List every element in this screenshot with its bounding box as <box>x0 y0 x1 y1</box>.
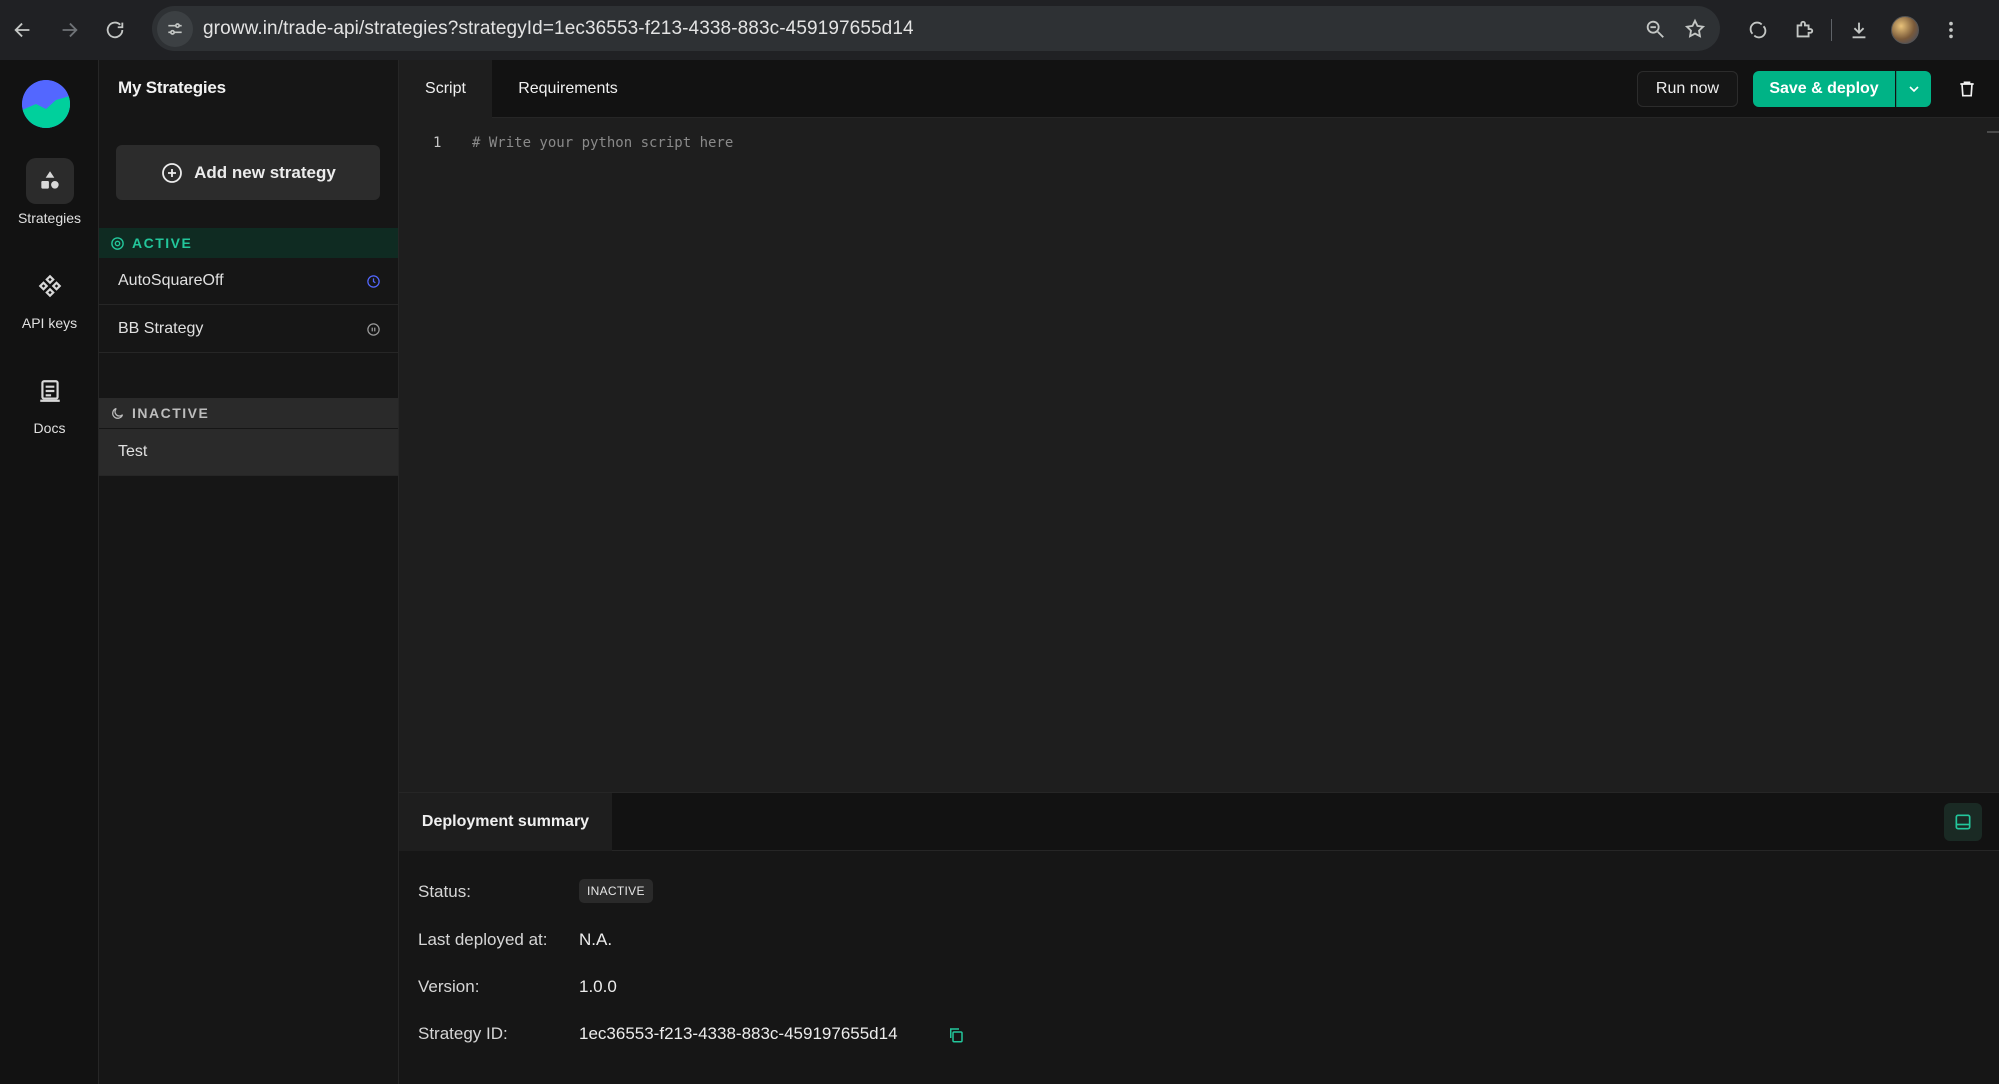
zoom-icon[interactable] <box>1644 18 1666 40</box>
deploy-options-button[interactable] <box>1896 71 1931 107</box>
strategy-name: BB Strategy <box>118 320 204 337</box>
browser-toolbar: groww.in/trade-api/strategies?strategyId… <box>0 0 1999 60</box>
inactive-group-header: INACTIVE <box>99 398 398 428</box>
rail-item-strategies[interactable]: Strategies <box>0 158 99 226</box>
chevron-down-icon <box>1909 86 1919 93</box>
address-bar[interactable]: groww.in/trade-api/strategies?strategyId… <box>152 6 1720 51</box>
url-text[interactable]: groww.in/trade-api/strategies?strategyId… <box>203 18 914 40</box>
toolbar-divider <box>1831 19 1832 41</box>
downloads-button[interactable] <box>1836 0 1882 60</box>
arrow-right-icon <box>62 22 78 38</box>
rail-label: Docs <box>33 420 66 436</box>
app-root: Strategies API keys Docs My Strategies A… <box>0 60 1999 1084</box>
rail-item-api-keys[interactable]: API keys <box>0 263 99 331</box>
forward-button[interactable] <box>46 0 92 60</box>
nav-rail: Strategies API keys Docs <box>0 60 99 1084</box>
rail-label: Strategies <box>17 210 82 226</box>
puzzle-icon <box>1796 20 1814 38</box>
trash-icon <box>1960 81 1974 97</box>
strategy-id-label: Strategy ID: <box>418 1024 508 1043</box>
extension-button[interactable] <box>1735 0 1781 60</box>
bookmark-star-icon[interactable] <box>1684 18 1706 40</box>
summary-tab-bar: Deployment summary <box>399 793 1999 851</box>
strategy-item-autosquareoff[interactable]: AutoSquareOff <box>99 258 398 305</box>
tab-script[interactable]: Script <box>399 60 492 118</box>
target-icon <box>111 236 124 250</box>
editor-scroll-marker <box>1987 131 1999 133</box>
tab-deployment-summary[interactable]: Deployment summary <box>399 793 612 851</box>
strategies-sidebar: My Strategies Add new strategy ACTIVE Au… <box>99 60 399 1084</box>
status-badge: INACTIVE <box>579 879 653 903</box>
rail-label: API keys <box>21 315 78 331</box>
browser-menu-button[interactable] <box>1928 0 1974 60</box>
panel-bottom-icon <box>1955 814 1971 830</box>
document-icon <box>39 380 60 402</box>
last-deployed-value: N.A. <box>579 930 613 949</box>
rail-icon-wrap <box>25 158 74 204</box>
status-label: Status: <box>418 882 471 901</box>
strategy-item-test[interactable]: Test <box>99 429 398 476</box>
extensions-button[interactable] <box>1781 0 1827 60</box>
clock-icon <box>367 274 380 288</box>
line-number: 1 <box>433 135 442 151</box>
shapes-icon <box>40 171 59 189</box>
pause-icon <box>367 322 380 336</box>
strategy-name: AutoSquareOff <box>118 272 224 289</box>
moon-icon <box>112 407 124 419</box>
logo-icon <box>22 80 70 128</box>
rail-icon-wrap <box>26 368 74 414</box>
more-vertical-icon <box>1949 21 1953 39</box>
run-now-button[interactable]: Run now <box>1637 71 1738 107</box>
site-info-button[interactable] <box>157 10 193 47</box>
copy-icon[interactable] <box>947 1026 965 1044</box>
strategy-name: Test <box>118 443 148 460</box>
code-line[interactable]: # Write your python script here <box>472 135 733 151</box>
sync-circle-icon <box>1749 21 1767 39</box>
active-group-label: ACTIVE <box>132 235 193 251</box>
reload-icon <box>106 21 124 39</box>
back-button[interactable] <box>0 0 46 60</box>
save-deploy-button[interactable]: Save & deploy <box>1753 71 1895 107</box>
api-nodes-icon <box>38 274 61 298</box>
profile-avatar <box>1891 16 1919 44</box>
deployment-summary-panel: Deployment summary Status: INACTIVE Last… <box>399 792 1999 1084</box>
tab-requirements[interactable]: Requirements <box>492 60 644 118</box>
download-icon <box>1852 22 1866 39</box>
toggle-panel-button[interactable] <box>1944 803 1982 841</box>
inactive-group-label: INACTIVE <box>132 405 210 421</box>
sidebar-title: My Strategies <box>118 78 226 97</box>
rail-icon-wrap <box>26 263 74 309</box>
editor-toolbar: Script Requirements Run now Save & deplo… <box>399 60 1999 118</box>
profile-button[interactable] <box>1882 0 1928 60</box>
reload-button[interactable] <box>92 0 138 60</box>
tune-icon <box>168 22 182 35</box>
last-deployed-label: Last deployed at: <box>418 930 548 949</box>
add-strategy-button[interactable]: Add new strategy <box>116 145 380 200</box>
plus-circle-icon <box>162 162 183 183</box>
strategy-id-value: 1ec36553-f213-4338-883c-459197655d14 <box>579 1024 898 1043</box>
add-strategy-label: Add new strategy <box>194 162 336 182</box>
arrow-left-icon <box>14 22 30 38</box>
code-editor[interactable]: 1 # Write your python script here <box>399 118 1999 852</box>
active-group-header: ACTIVE <box>99 228 398 258</box>
version-label: Version: <box>418 977 480 996</box>
delete-strategy-button[interactable] <box>1952 74 1982 104</box>
groww-logo[interactable] <box>22 80 70 128</box>
version-value: 1.0.0 <box>579 977 617 996</box>
main-panel: Script Requirements Run now Save & deplo… <box>399 60 1999 1084</box>
rail-item-docs[interactable]: Docs <box>0 368 99 436</box>
strategy-item-bb-strategy[interactable]: BB Strategy <box>99 306 398 353</box>
